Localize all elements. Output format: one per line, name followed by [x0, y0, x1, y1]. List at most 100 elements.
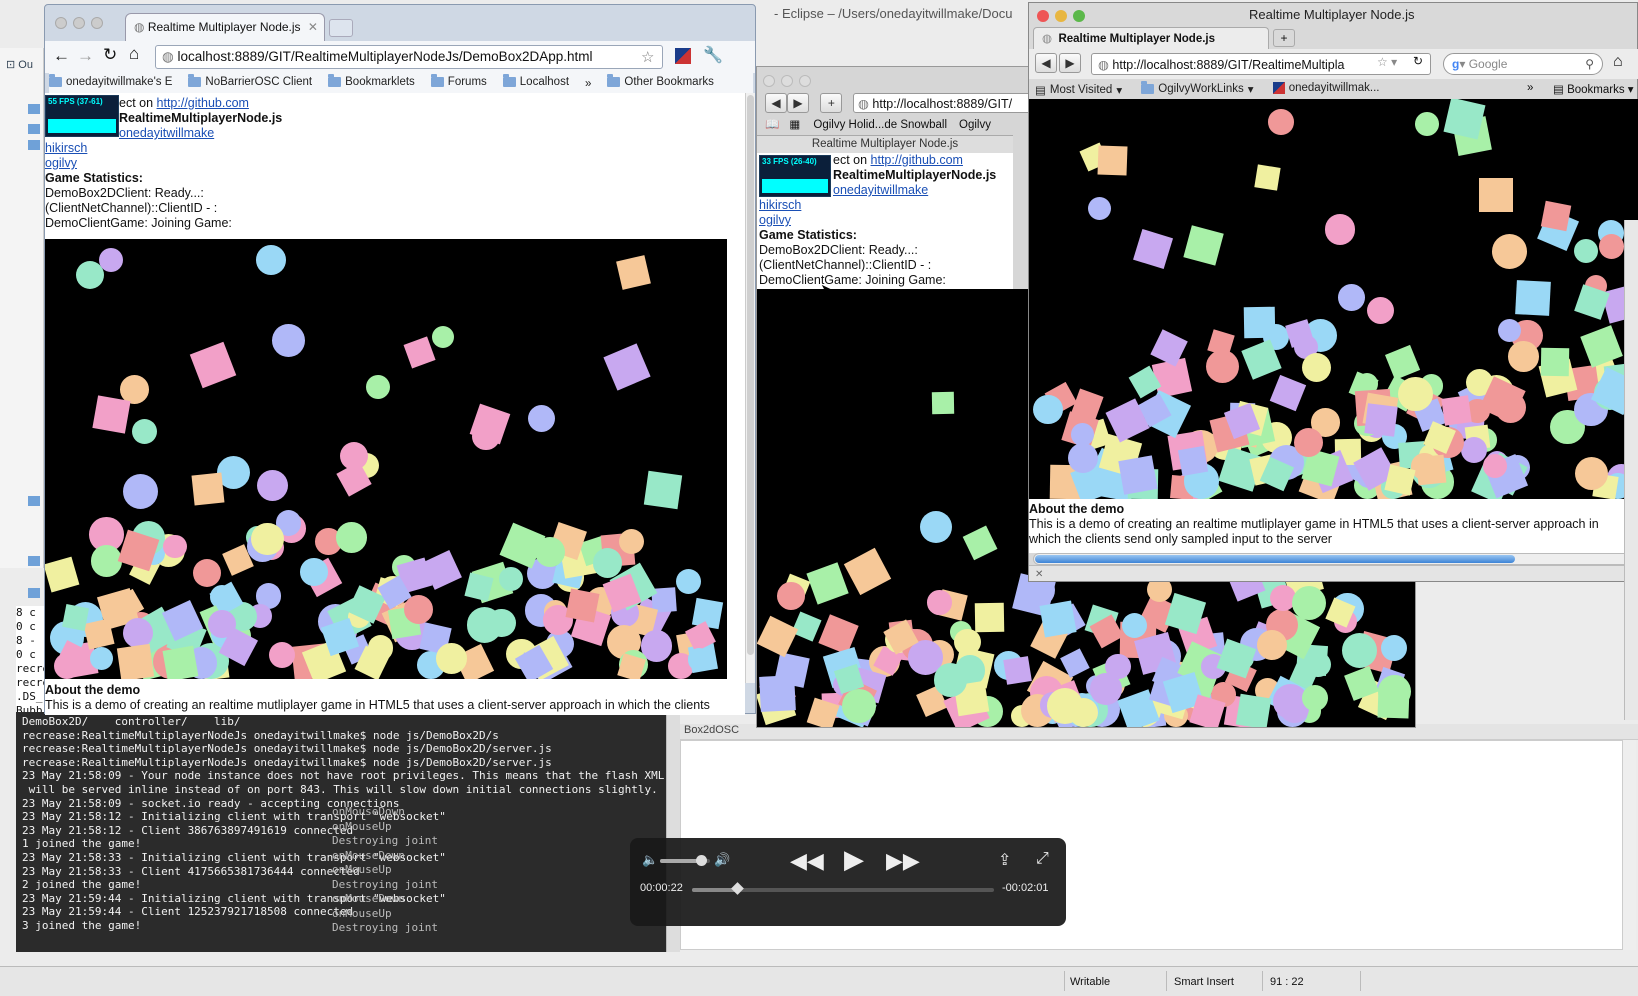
- fullscreen-icon[interactable]: ⤢: [1036, 850, 1049, 868]
- top-sites-icon[interactable]: ▦: [789, 119, 800, 131]
- zoom-button[interactable]: [1073, 9, 1085, 22]
- contributor-link[interactable]: ogilvy: [759, 213, 791, 227]
- home-icon[interactable]: ⌂: [129, 44, 139, 64]
- cursor-position-status: 91 : 22: [1270, 976, 1304, 988]
- fast-forward-icon[interactable]: ▶▶: [886, 848, 920, 874]
- author-link[interactable]: onedayitwillmake: [119, 126, 214, 140]
- new-tab-button[interactable]: [329, 19, 353, 37]
- forward-button[interactable]: ▶: [1059, 53, 1081, 73]
- new-tab-button[interactable]: +: [1273, 29, 1295, 47]
- physics-body: [1491, 233, 1527, 269]
- safari-bookmark[interactable]: Ogilvy: [959, 119, 991, 131]
- github-link[interactable]: http://github.com: [871, 153, 963, 167]
- remaining-time: -00:02:01: [1002, 882, 1049, 894]
- firefox-hscrollbar[interactable]: [1033, 553, 1633, 565]
- contributor-link[interactable]: hikirsch: [759, 198, 801, 212]
- rewind-icon[interactable]: ◀◀: [790, 848, 824, 874]
- physics-body: [1414, 111, 1439, 136]
- play-icon[interactable]: ▶: [844, 844, 864, 875]
- chrome-scrollbar[interactable]: [745, 93, 755, 683]
- firefox-toolbar: ◀ ▶ ◍ http://localhost:8889/GIT/Realtime…: [1029, 49, 1638, 79]
- zoom-button[interactable]: [799, 74, 811, 87]
- stat-line: (ClientNetChannel)::ClientID - :: [45, 201, 218, 215]
- forward-icon[interactable]: →: [77, 46, 94, 66]
- physics-body: [1301, 352, 1332, 383]
- bookmark-link[interactable]: onedayitwillmak...: [1272, 82, 1379, 94]
- volume-high-icon[interactable]: 🔊: [714, 852, 730, 868]
- stats-heading: Game Statistics:: [45, 171, 143, 185]
- safari-tab[interactable]: Realtime Multiplayer Node.js: [757, 135, 1013, 153]
- bookmarks-menu[interactable]: ▤ Bookmarks ▾: [1553, 82, 1634, 96]
- bookmark-item[interactable]: Bookmarklets: [328, 74, 415, 88]
- wrench-icon[interactable]: 🔧: [703, 45, 723, 65]
- physics-body: [1441, 394, 1472, 426]
- back-button[interactable]: ◀: [1035, 53, 1057, 73]
- reading-list-icon[interactable]: 📖: [765, 119, 779, 131]
- contributor-link[interactable]: ogilvy: [45, 156, 77, 170]
- globe-icon: ◍: [1098, 58, 1109, 72]
- physics-body: [1183, 225, 1225, 267]
- video-player-hud[interactable]: 🔈 🔊 ◀◀ ▶ ▶▶ ⇪ ⤢ 00:00:22 -00:02:01: [630, 838, 1066, 926]
- bookmark-item[interactable]: »: [585, 78, 591, 90]
- bookmark-item[interactable]: onedayitwillmake's E: [49, 74, 172, 88]
- physics-body: [1291, 585, 1326, 620]
- safari-bookmark[interactable]: Ogilvy Holid...de Snowball: [813, 119, 947, 131]
- extension-icon[interactable]: [675, 48, 691, 64]
- star-icon[interactable]: ☆ ▾: [1377, 55, 1397, 69]
- physics-body: [1580, 324, 1623, 367]
- back-icon[interactable]: ←: [53, 46, 70, 66]
- volume-low-icon[interactable]: 🔈: [642, 852, 658, 868]
- reload-icon[interactable]: ↻: [1413, 54, 1423, 68]
- chrome-url-field[interactable]: ◍ localhost:8889/GIT/RealtimeMultiplayer…: [155, 45, 663, 69]
- minimize-button[interactable]: [73, 16, 85, 29]
- bookmark-item[interactable]: Other Bookmarks: [607, 74, 714, 88]
- physics-body: [618, 528, 645, 555]
- reload-icon[interactable]: ↻: [103, 45, 117, 65]
- firefox-game-canvas[interactable]: [1029, 99, 1638, 499]
- firefox-tab[interactable]: ◍ Realtime Multiplayer Node.js: [1033, 27, 1269, 49]
- bookmark-item[interactable]: Forums: [430, 74, 487, 88]
- bookmark-folder[interactable]: OgilvyWorkLinks ▾: [1141, 81, 1254, 96]
- bookmark-item[interactable]: NoBarrierOSC Client: [188, 74, 312, 88]
- folder-icon: [328, 74, 342, 87]
- back-button[interactable]: ◀: [765, 93, 787, 113]
- close-button[interactable]: [1037, 9, 1049, 22]
- about-text: This is a demo of creating an realtime m…: [1029, 517, 1599, 531]
- author-link[interactable]: onedayitwillmake: [833, 183, 928, 197]
- search-icon[interactable]: ⚲: [1585, 57, 1594, 71]
- volume-slider[interactable]: [660, 855, 710, 866]
- volume-knob[interactable]: [696, 855, 707, 866]
- contributor-link[interactable]: hikirsch: [45, 141, 87, 155]
- outline-tab[interactable]: ⊡ Ou: [6, 58, 33, 71]
- scrubber-track[interactable]: [692, 882, 994, 895]
- close-button[interactable]: [55, 16, 67, 29]
- more-bookmarks[interactable]: »: [1527, 82, 1533, 94]
- physics-body: [962, 525, 997, 561]
- minimize-button[interactable]: [1055, 9, 1067, 22]
- physics-body: [1367, 296, 1395, 324]
- star-icon[interactable]: ☆: [641, 48, 654, 66]
- physics-body: [759, 675, 797, 713]
- output-line: onMouseUp: [332, 819, 392, 833]
- bookmark-item[interactable]: Localhost: [502, 74, 569, 88]
- chrome-game-canvas[interactable]: [45, 239, 727, 679]
- bookmark-most-visited[interactable]: ▤ Most Visited ▾: [1035, 83, 1122, 97]
- search-field[interactable]: g▾ Google ⚲: [1443, 53, 1603, 75]
- forward-button[interactable]: ▶: [787, 93, 809, 113]
- home-icon[interactable]: ⌂: [1613, 53, 1623, 71]
- github-link[interactable]: http://github.com: [157, 96, 249, 110]
- editor-scrollbar[interactable]: [1622, 740, 1636, 950]
- share-icon[interactable]: ⇪: [998, 850, 1011, 870]
- safari-url-field[interactable]: ◍ http://localhost:8889/GIT/: [853, 93, 1033, 113]
- chrome-tab[interactable]: ◍ Realtime Multiplayer Node.js ✕: [125, 13, 325, 41]
- close-tab-icon[interactable]: ✕: [308, 20, 318, 34]
- close-button[interactable]: [763, 74, 775, 87]
- add-bookmark-button[interactable]: +: [820, 93, 843, 113]
- scrubber-knob[interactable]: [731, 882, 745, 895]
- zoom-button[interactable]: [91, 16, 103, 29]
- physics-body: [1133, 229, 1174, 270]
- physics-body: [90, 647, 114, 671]
- minimize-button[interactable]: [781, 74, 793, 87]
- close-findbar-icon[interactable]: ✕: [1035, 569, 1043, 580]
- physics-body: [1515, 280, 1552, 317]
